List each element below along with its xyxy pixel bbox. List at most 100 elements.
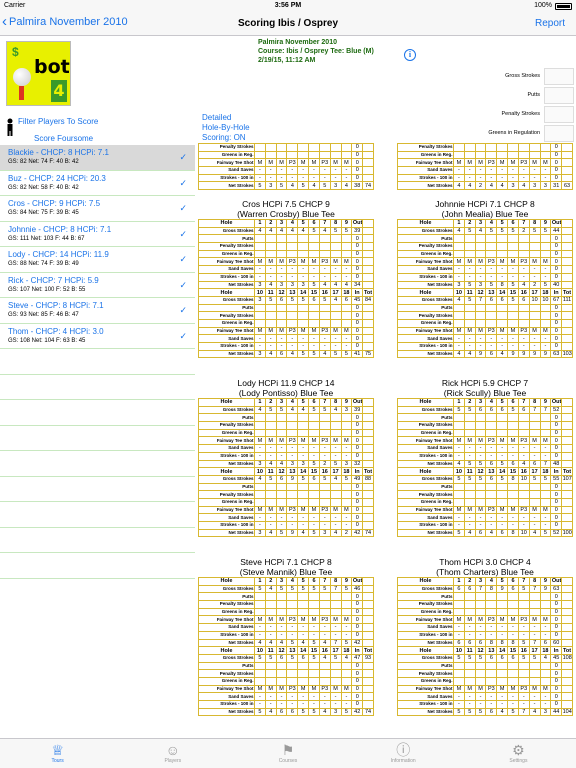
score-cell[interactable]: 4 <box>264 226 277 236</box>
score-cell[interactable]: - <box>318 173 331 183</box>
score-cell[interactable]: - <box>318 692 331 701</box>
score-cell[interactable]: 4 <box>517 181 530 191</box>
score-cell[interactable]: 3 <box>254 459 266 469</box>
score-cell[interactable] <box>362 303 374 313</box>
score-cell[interactable]: - <box>453 630 465 640</box>
score-cell[interactable]: - <box>308 451 320 461</box>
score-cell[interactable] <box>329 303 342 313</box>
score-cell[interactable]: - <box>474 623 487 632</box>
score-cell[interactable]: P3 <box>286 326 299 336</box>
score-cell[interactable]: P3 <box>517 505 530 515</box>
score-cell[interactable]: P3 <box>318 326 331 336</box>
score-cell[interactable] <box>474 497 487 507</box>
score-cell[interactable]: 4 <box>463 181 476 191</box>
score-cell[interactable] <box>507 497 519 507</box>
score-cell[interactable]: 4 <box>275 226 288 236</box>
score-cell[interactable] <box>254 497 266 507</box>
score-cell[interactable]: 12 <box>275 467 288 476</box>
score-cell[interactable]: - <box>453 623 465 632</box>
score-cell[interactable]: 9 <box>474 349 487 359</box>
score-cell[interactable]: - <box>485 513 498 522</box>
info-icon[interactable]: i <box>404 49 416 61</box>
score-cell[interactable]: 16 <box>517 646 530 655</box>
score-cell[interactable]: M <box>340 436 353 446</box>
score-cell[interactable]: 13 <box>485 467 498 476</box>
score-cell[interactable]: 5 <box>463 226 476 236</box>
score-cell[interactable]: 0 <box>550 334 563 343</box>
score-cell[interactable]: 6 <box>507 577 519 586</box>
score-cell[interactable] <box>539 600 552 609</box>
score-cell[interactable]: 4 <box>528 707 541 717</box>
score-cell[interactable]: - <box>485 265 498 274</box>
score-cell[interactable]: 5 <box>275 584 288 594</box>
score-cell[interactable] <box>496 607 509 617</box>
score-cell[interactable]: 6 <box>485 459 498 469</box>
score-cell[interactable]: 0 <box>351 272 364 282</box>
score-cell[interactable]: 4 <box>318 707 331 717</box>
score-cell[interactable]: 7 <box>474 584 487 594</box>
score-cell[interactable]: M <box>528 436 541 446</box>
score-cell[interactable] <box>528 234 541 244</box>
score-cell[interactable]: - <box>275 700 288 709</box>
score-cell[interactable]: 4 <box>264 280 277 290</box>
score-cell[interactable]: 10 <box>453 288 465 297</box>
score-cell[interactable] <box>561 257 573 267</box>
score-cell[interactable] <box>286 592 299 602</box>
score-cell[interactable] <box>340 143 353 152</box>
score-cell[interactable]: 4 <box>539 653 552 663</box>
score-cell[interactable] <box>528 413 541 423</box>
score-cell[interactable]: - <box>318 334 331 343</box>
score-cell[interactable]: - <box>474 265 487 274</box>
score-cell[interactable]: 88 <box>362 474 374 484</box>
score-cell[interactable]: 9 <box>528 349 541 359</box>
score-cell[interactable]: 4 <box>496 707 509 717</box>
score-cell[interactable]: - <box>308 334 320 343</box>
score-cell[interactable]: Out <box>550 577 563 586</box>
score-cell[interactable]: - <box>275 265 288 274</box>
score-cell[interactable]: 12 <box>474 288 487 297</box>
score-cell[interactable] <box>362 326 374 336</box>
score-cell[interactable]: 16 <box>318 646 331 655</box>
score-cell[interactable]: Tot <box>561 646 573 655</box>
score-cell[interactable]: P3 <box>318 684 331 694</box>
score-cell[interactable] <box>297 311 310 320</box>
score-cell[interactable]: - <box>463 623 476 632</box>
score-cell[interactable]: 4 <box>329 295 342 305</box>
score-cell[interactable]: - <box>453 451 465 461</box>
score-cell[interactable]: 5 <box>528 653 541 663</box>
score-cell[interactable]: 11 <box>264 646 277 655</box>
score-cell[interactable]: M <box>528 257 541 267</box>
score-cell[interactable]: 0 <box>550 428 563 438</box>
score-cell[interactable] <box>308 234 320 244</box>
score-cell[interactable]: 16 <box>318 467 331 476</box>
score-cell[interactable] <box>318 249 331 259</box>
score-cell[interactable]: M <box>297 436 310 446</box>
score-cell[interactable]: 10 <box>517 528 530 538</box>
score-cell[interactable]: 39 <box>351 226 364 236</box>
score-cell[interactable] <box>485 234 498 244</box>
score-cell[interactable]: - <box>517 444 530 453</box>
score-cell[interactable]: - <box>308 265 320 274</box>
score-cell[interactable]: M <box>453 158 465 168</box>
score-cell[interactable] <box>485 413 498 423</box>
score-cell[interactable]: 17 <box>329 646 342 655</box>
score-cell[interactable]: - <box>507 623 519 632</box>
score-cell[interactable]: 5 <box>286 653 299 663</box>
score-cell[interactable]: - <box>463 166 476 175</box>
score-cell[interactable]: 0 <box>550 482 563 492</box>
score-cell[interactable]: 0 <box>550 143 563 152</box>
score-cell[interactable]: 5 <box>286 638 299 648</box>
score-cell[interactable] <box>264 600 277 609</box>
score-cell[interactable] <box>297 600 310 609</box>
score-cell[interactable] <box>453 490 465 499</box>
score-cell[interactable] <box>453 482 465 492</box>
score-cell[interactable]: - <box>297 334 310 343</box>
score-cell[interactable] <box>308 242 320 251</box>
score-cell[interactable] <box>362 700 374 709</box>
score-cell[interactable]: 6 <box>474 528 487 538</box>
score-cell[interactable]: 4 <box>453 295 465 305</box>
score-cell[interactable]: - <box>340 272 353 282</box>
score-cell[interactable] <box>561 459 573 469</box>
score-cell[interactable] <box>539 607 552 617</box>
score-cell[interactable] <box>308 482 320 492</box>
